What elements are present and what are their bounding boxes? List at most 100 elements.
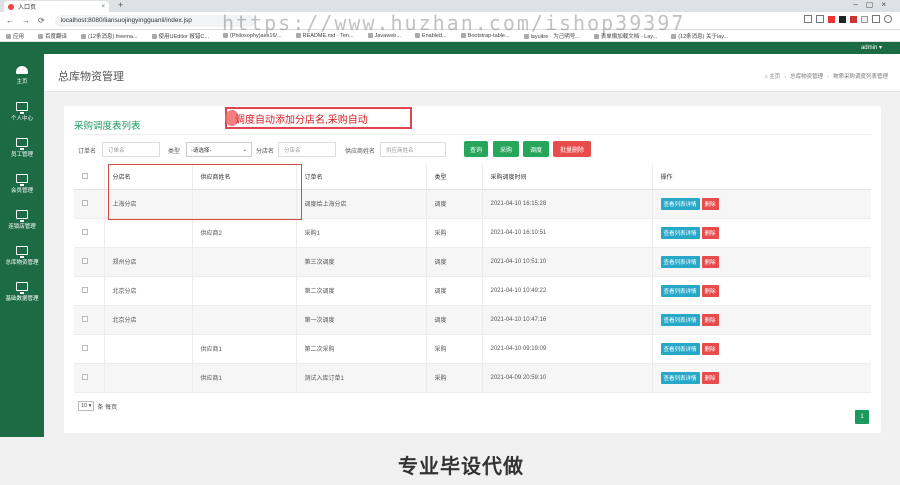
delete-button[interactable]: 删除	[701, 197, 719, 210]
page-size-control: 10 ▾ 条 每页	[78, 401, 117, 411]
order-filter-label: 订单名	[78, 149, 97, 155]
row-checkbox[interactable]	[82, 344, 88, 351]
row-select-cell	[74, 276, 105, 306]
shop-cell: 北京分店	[104, 276, 193, 306]
back-icon[interactable]: ←	[6, 16, 14, 25]
row-checkbox[interactable]	[82, 373, 88, 380]
color-swatch-icon[interactable]	[850, 15, 857, 23]
select-all-checkbox[interactable]	[82, 172, 88, 179]
view-details-button[interactable]: 查看列表详情	[660, 255, 700, 268]
order-filter-input[interactable]: 订单名	[102, 142, 160, 157]
page-button[interactable]: 1	[855, 410, 869, 424]
breadcrumb-section[interactable]: 总库物资管理	[790, 74, 823, 80]
delete-button[interactable]: 删除	[701, 255, 719, 268]
bookmark-item[interactable]: (12条消息) freema...	[81, 32, 138, 40]
view-details-button[interactable]: 查看列表详情	[660, 342, 700, 355]
user-menu[interactable]: admin ▾	[861, 44, 882, 51]
monitor-icon	[16, 282, 28, 294]
reload-icon[interactable]: ⟳	[38, 16, 45, 25]
ext-icon[interactable]	[816, 15, 824, 23]
view-details-button[interactable]: 查看列表详情	[660, 197, 700, 210]
bookmark-item[interactable]: 使用UEditor 报错C...	[152, 32, 209, 40]
view-details-button[interactable]: 查看列表详情	[660, 284, 700, 297]
monitor-icon	[16, 138, 28, 150]
ext-icon[interactable]	[872, 15, 880, 23]
time-cell: 2021-04-10 10:51:10	[482, 247, 653, 277]
forward-icon[interactable]: →	[22, 16, 30, 25]
color-swatch-icon[interactable]	[861, 15, 868, 23]
new-tab-button[interactable]: +	[118, 0, 123, 10]
row-checkbox[interactable]	[82, 315, 88, 322]
view-details-button[interactable]: 查看列表详情	[660, 371, 700, 384]
column-header[interactable]: 类型	[426, 165, 483, 190]
dashboard-icon	[16, 66, 28, 74]
bookmark-item[interactable]: 应用	[6, 32, 24, 40]
supplier-cell	[192, 305, 297, 335]
sidebar-item[interactable]: 总库物资管理	[0, 246, 44, 266]
sidebar-item[interactable]: 主页	[0, 66, 44, 85]
delete-button[interactable]: 删除	[701, 284, 719, 297]
divider	[74, 134, 871, 135]
list-panel: 采购调度表列表 调度自动添加分店名,采购自动 订单名 订单名 类型 -请选择- ⌄…	[64, 106, 881, 433]
type-cell: 调度	[426, 247, 483, 277]
row-checkbox[interactable]	[82, 286, 88, 293]
delete-button[interactable]: 删除	[701, 371, 719, 384]
type-filter-label: 类型	[168, 149, 181, 155]
query-button[interactable]: 查询	[464, 141, 488, 157]
breadcrumb-home[interactable]: 主页	[769, 74, 780, 80]
breadcrumb-current: 物质采购调度列表管理	[832, 74, 888, 80]
column-header[interactable]: 订单名	[296, 165, 427, 190]
sidebar: 主页个人中心员工管理会员管理连锁店管理总库物资管理基础数据管理	[0, 54, 44, 485]
view-details-button[interactable]: 查看列表详情	[660, 313, 700, 326]
sidebar-item[interactable]: 基础数据管理	[0, 282, 44, 302]
row-checkbox[interactable]	[82, 228, 88, 235]
sidebar-item[interactable]: 会员管理	[0, 174, 44, 194]
ext-icon[interactable]	[804, 15, 812, 23]
color-swatch-icon[interactable]	[839, 15, 846, 23]
shop-cell: 郑州分店	[104, 247, 193, 277]
view-details-button[interactable]: 查看列表详情	[660, 226, 700, 239]
table-row: 供应商1 第二次采购 采购 2021-04-10 09:19:09 查看列表详情 删除	[74, 334, 871, 364]
delete-button[interactable]: 删除	[701, 342, 719, 355]
time-cell: 2021-04-10 10:47:16	[482, 305, 653, 335]
table-row: 郑州分店 第三次调度 调度 2021-04-10 10:51:10 查看列表详情 删除	[74, 247, 871, 277]
column-header[interactable]: 采购调度时间	[482, 165, 653, 190]
profile-icon[interactable]	[884, 15, 892, 23]
close-tab-icon[interactable]: ×	[101, 4, 105, 10]
shop-filter-input[interactable]: 分店名	[278, 142, 336, 157]
shop-filter-label: 分店名	[256, 149, 275, 155]
annotation-box: 调度自动添加分店名,采购自动	[225, 107, 412, 129]
type-cell: 调度	[426, 189, 483, 219]
select-all-cell	[74, 165, 105, 190]
browser-tab[interactable]: 入口页 ×	[4, 1, 109, 12]
dispatch-button[interactable]: 调度	[523, 141, 549, 157]
table-row: 北京分店 第一次调度 调度 2021-04-10 10:47:16 查看列表详情 删除	[74, 305, 871, 335]
batch-delete-button[interactable]: 批量删除	[553, 141, 591, 157]
type-cell: 采购	[426, 218, 483, 248]
delete-button[interactable]: 删除	[701, 313, 719, 326]
column-header[interactable]: 供应商姓名	[192, 165, 297, 190]
delete-button[interactable]: 删除	[701, 226, 719, 239]
actions-cell: 查看列表详情 删除	[652, 363, 871, 393]
sidebar-item-label: 总库物资管理	[5, 260, 39, 266]
row-select-cell	[74, 363, 105, 393]
supplier-filter-input[interactable]: 供应商姓名	[380, 142, 446, 157]
bookmark-item[interactable]: 百度翻译	[38, 32, 67, 40]
type-filter-select[interactable]: -请选择- ⌄	[186, 142, 252, 157]
page-size-select[interactable]: 10 ▾	[78, 401, 95, 411]
sidebar-item[interactable]: 员工管理	[0, 138, 44, 158]
time-cell: 2021-04-10 16:10:51	[482, 218, 653, 248]
color-swatch-icon[interactable]	[828, 15, 835, 23]
banner-text: 专业毕设代做	[398, 456, 524, 478]
window-controls[interactable]: –▢×	[853, 0, 894, 9]
supplier-cell	[192, 189, 297, 219]
sidebar-item[interactable]: 连锁店管理	[0, 210, 44, 230]
row-checkbox[interactable]	[82, 199, 88, 206]
actions-cell: 查看列表详情 删除	[652, 189, 871, 219]
sidebar-item[interactable]: 个人中心	[0, 102, 44, 122]
shop-cell	[104, 363, 193, 393]
purchase-button[interactable]: 采购	[493, 141, 519, 157]
monitor-icon	[16, 210, 28, 222]
column-header[interactable]: 分店名	[104, 165, 193, 190]
row-checkbox[interactable]	[82, 257, 88, 264]
